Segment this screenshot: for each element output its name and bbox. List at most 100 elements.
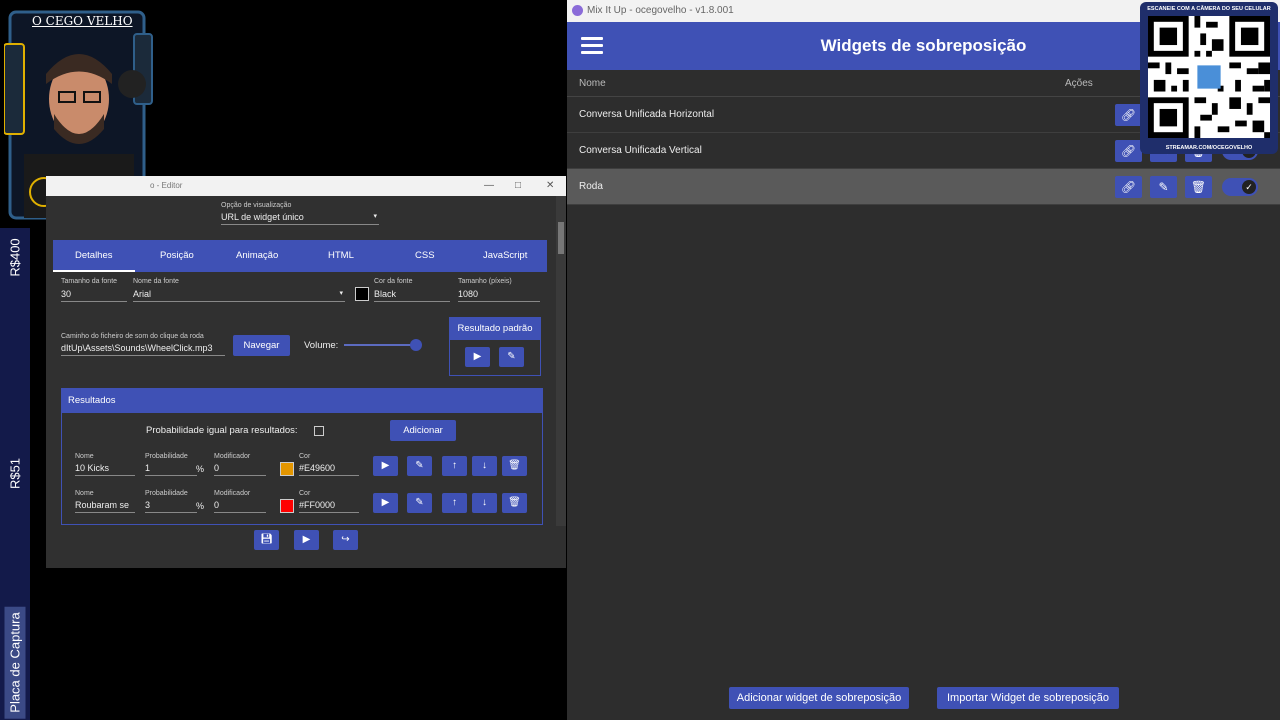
close-icon[interactable]: ✕: [546, 176, 554, 196]
volume-slider-handle[interactable]: [410, 339, 422, 351]
play-icon[interactable]: ▶: [373, 456, 398, 476]
tab-javascript[interactable]: JavaScript: [483, 250, 527, 261]
result-name-field[interactable]: 10 Kicks: [75, 462, 135, 476]
volume-slider[interactable]: [344, 339, 422, 351]
delete-icon[interactable]: 🗑︎: [1185, 176, 1212, 198]
results-title: Resultados: [62, 389, 542, 413]
font-name-label: Nome da fonte: [133, 278, 179, 285]
maximize-icon[interactable]: □: [515, 176, 521, 196]
table-row[interactable]: Roda 🔗︎ ✎ 🗑︎ ✓: [567, 169, 1280, 205]
delete-icon[interactable]: 🗑︎: [502, 493, 527, 513]
edit-icon[interactable]: ✎: [407, 493, 432, 513]
result-mod-field[interactable]: 0: [214, 462, 266, 476]
result-mod-label: Modificador: [214, 453, 251, 460]
editor-tabs: Detalhes Posição Animação HTML CSS JavaS…: [53, 240, 547, 272]
result-color-field[interactable]: #FF0000: [299, 499, 359, 513]
font-color-field[interactable]: Black: [374, 288, 450, 302]
side-label-capture: Placa de Captura: [4, 606, 26, 719]
widget-editor-window: o - Editor — □ ✕ Opção de visualização U…: [46, 176, 566, 568]
result-prob-label: Probabilidade: [145, 453, 188, 460]
side-label-amount-2: R$51: [7, 457, 23, 490]
add-result-button[interactable]: Adicionar: [390, 420, 456, 441]
play-icon[interactable]: ▶: [294, 530, 319, 550]
editor-window-title: o - Editor: [150, 181, 183, 190]
size-px-label: Tamanho (píxeis): [458, 278, 512, 285]
percent-sign: %: [196, 464, 205, 474]
font-size-field[interactable]: 30: [61, 288, 127, 302]
result-prob-field[interactable]: 1: [145, 462, 197, 476]
qr-footer: STREAMAR.COM/OCEGOVELHO: [1165, 145, 1253, 151]
tab-css[interactable]: CSS: [415, 250, 435, 261]
delete-icon[interactable]: 🗑︎: [502, 456, 527, 476]
column-actions: Ações: [1065, 78, 1093, 89]
chevron-down-icon: ▾: [339, 290, 343, 297]
view-option-label: Opção de visualização: [221, 202, 292, 209]
edit-icon[interactable]: ✎: [1150, 176, 1177, 198]
qr-code-overlay: ESCANEIE COM A CÂMERA DO SEU CELULAR STR…: [1140, 2, 1278, 154]
tab-animation[interactable]: Animação: [236, 250, 278, 261]
default-result-panel: Resultado padrão ▶ ✎: [449, 317, 541, 376]
result-prob-field[interactable]: 3: [145, 499, 197, 513]
enable-toggle[interactable]: ✓: [1222, 178, 1258, 196]
results-panel: Resultados Probabilidade igual para resu…: [61, 388, 543, 525]
arrow-up-icon[interactable]: ↑: [442, 493, 467, 513]
link-icon[interactable]: 🔗︎: [1115, 140, 1142, 162]
result-color-swatch[interactable]: [280, 462, 294, 476]
result-mod-label: Modificador: [214, 490, 251, 497]
sound-path-field[interactable]: dItUp\Assets\Sounds\WheelClick.mp3: [61, 342, 225, 356]
result-prob-label: Probabilidade: [145, 490, 188, 497]
edit-icon[interactable]: ✎: [499, 347, 524, 367]
default-result-title: Resultado padrão: [450, 318, 540, 340]
view-option-value: URL de widget único: [221, 212, 304, 222]
font-size-label: Tamanho da fonte: [61, 278, 118, 285]
editor-scrollbar[interactable]: [556, 196, 566, 526]
result-row: Nome 10 Kicks Probabilidade 1 % Modifica…: [62, 451, 542, 485]
tab-html[interactable]: HTML: [328, 250, 354, 261]
equal-probability-label: Probabilidade igual para resultados:: [146, 425, 298, 436]
equal-probability-checkbox[interactable]: [314, 426, 324, 436]
stream-side-bar: R$400 R$51 Placa de Captura: [0, 228, 30, 720]
result-color-label: Cor: [299, 490, 311, 497]
result-row: Nome Roubaram se Probabilidade 3 % Modif…: [62, 488, 542, 522]
tab-details[interactable]: Detalhes: [75, 250, 113, 261]
import-widget-button[interactable]: Importar Widget de sobreposição: [937, 687, 1119, 709]
arrow-down-icon[interactable]: ↓: [472, 456, 497, 476]
minimize-icon[interactable]: —: [484, 176, 494, 196]
editor-title-bar: o - Editor — □ ✕: [46, 176, 566, 196]
volume-label: Volume:: [304, 340, 339, 351]
play-icon[interactable]: ▶: [465, 347, 490, 367]
arrow-up-icon[interactable]: ↑: [442, 456, 467, 476]
qr-code-image: [1148, 16, 1270, 138]
widget-name: Conversa Unificada Horizontal: [579, 109, 715, 120]
view-option-select[interactable]: URL de widget único ▾: [221, 211, 379, 225]
streamer-name: O CEGO VELHO: [32, 14, 133, 28]
result-name-field[interactable]: Roubaram se: [75, 499, 135, 513]
scrollbar-thumb[interactable]: [558, 222, 564, 254]
save-icon[interactable]: 💾︎: [254, 530, 279, 550]
add-widget-button[interactable]: Adicionar widget de sobreposição: [729, 687, 909, 709]
app-logo-icon: [572, 5, 583, 16]
percent-sign: %: [196, 501, 205, 511]
check-icon: ✓: [1242, 180, 1256, 194]
link-icon[interactable]: 🔗︎: [1115, 176, 1142, 198]
export-icon[interactable]: ↪: [333, 530, 358, 550]
main-window-title: Mix It Up - ocegovelho - v1.8.001: [587, 5, 734, 16]
result-color-swatch[interactable]: [280, 499, 294, 513]
font-name-select[interactable]: Arial ▾: [133, 288, 345, 302]
column-name: Nome: [579, 78, 606, 89]
browse-button[interactable]: Navegar: [233, 335, 290, 356]
size-px-field[interactable]: 1080: [458, 288, 540, 302]
side-label-amount-1: R$400: [7, 238, 23, 277]
link-icon[interactable]: 🔗︎: [1115, 104, 1142, 126]
play-icon[interactable]: ▶: [373, 493, 398, 513]
result-color-field[interactable]: #E49600: [299, 462, 359, 476]
result-color-label: Cor: [299, 453, 311, 460]
font-color-label: Cor da fonte: [374, 278, 413, 285]
font-color-swatch[interactable]: [355, 287, 369, 301]
result-name-label: Nome: [75, 453, 94, 460]
edit-icon[interactable]: ✎: [407, 456, 432, 476]
arrow-down-icon[interactable]: ↓: [472, 493, 497, 513]
result-mod-field[interactable]: 0: [214, 499, 266, 513]
tab-position[interactable]: Posição: [160, 250, 194, 261]
widget-name: Roda: [579, 181, 603, 192]
